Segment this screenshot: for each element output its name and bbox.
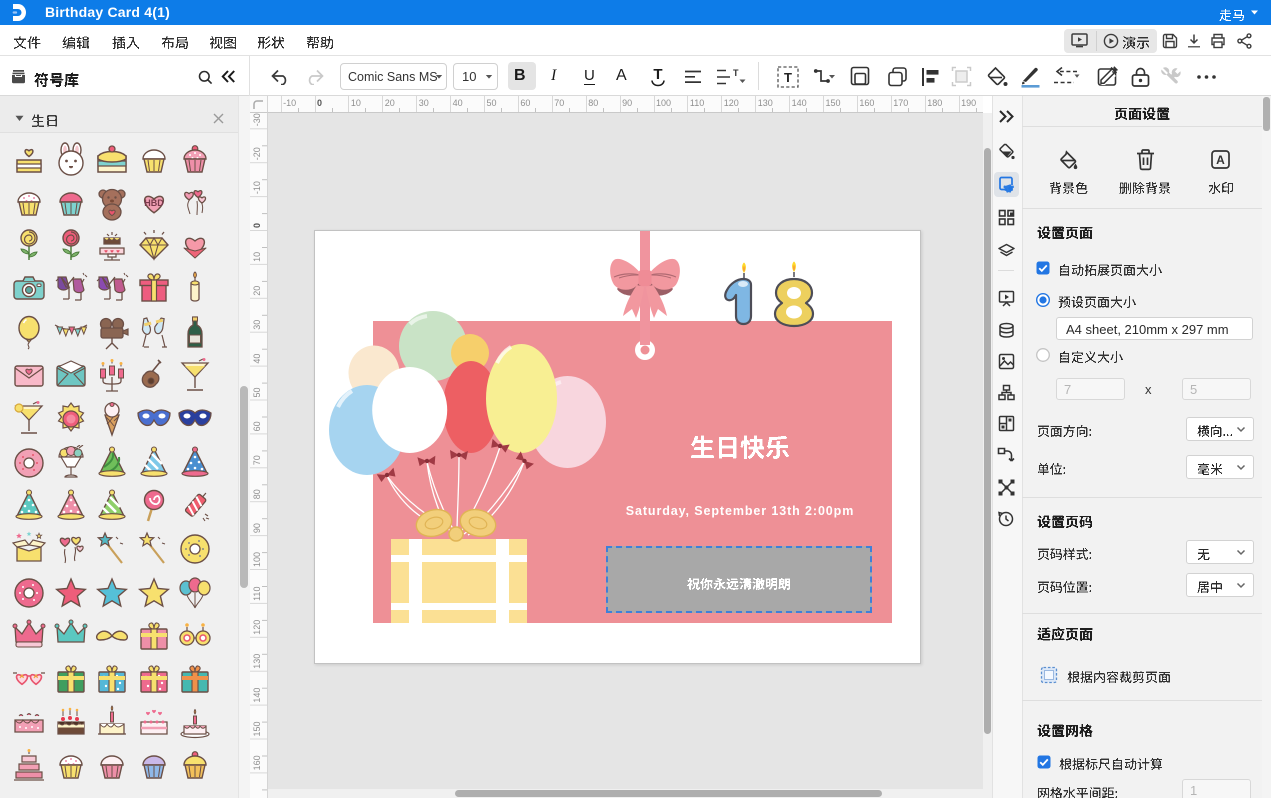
svg-text:0: 0 — [252, 223, 262, 228]
svg-text:110: 110 — [252, 587, 262, 601]
svg-text:140: 140 — [252, 688, 262, 703]
svg-text:60: 60 — [252, 421, 262, 431]
svg-text:160: 160 — [252, 755, 262, 770]
svg-text:30: 30 — [252, 320, 262, 330]
svg-text:A: A — [1216, 153, 1225, 167]
svg-text:HBD: HBD — [144, 198, 164, 208]
svg-text:80: 80 — [252, 489, 262, 499]
svg-text:20: 20 — [252, 286, 262, 296]
svg-text:90: 90 — [252, 523, 262, 533]
svg-text:100: 100 — [252, 552, 262, 567]
svg-text:40: 40 — [252, 354, 262, 364]
svg-text:T: T — [733, 69, 739, 78]
svg-text:130: 130 — [252, 654, 262, 669]
svg-text:-30: -30 — [252, 113, 262, 126]
svg-text:T: T — [784, 70, 792, 85]
svg-text:10: 10 — [252, 252, 262, 262]
svg-text:150: 150 — [252, 721, 262, 736]
svg-text:T: T — [653, 66, 662, 83]
svg-text:50: 50 — [252, 387, 262, 397]
svg-text:120: 120 — [252, 620, 262, 635]
svg-text:-20: -20 — [252, 147, 262, 160]
svg-text:-10: -10 — [252, 181, 262, 194]
svg-text:70: 70 — [252, 455, 262, 465]
